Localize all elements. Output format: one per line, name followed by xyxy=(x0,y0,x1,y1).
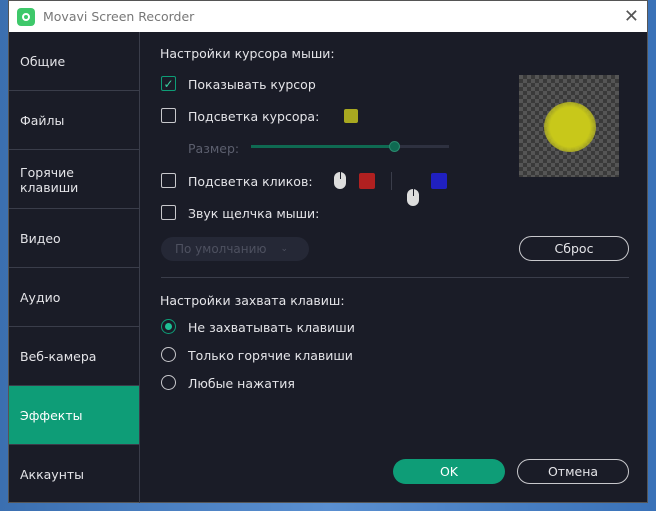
window-title: Movavi Screen Recorder xyxy=(43,9,195,24)
highlight-clicks-checkbox[interactable] xyxy=(161,173,176,188)
check-icon: ✓ xyxy=(163,76,174,91)
sidebar-item-video[interactable]: Видео xyxy=(9,209,139,268)
radio-any-keys-label: Любые нажатия xyxy=(188,376,295,391)
size-label: Размер: xyxy=(188,141,240,156)
size-slider-fill xyxy=(251,145,394,148)
close-icon[interactable]: ✕ xyxy=(624,6,639,27)
divider xyxy=(391,172,392,190)
highlight-cursor-label: Подсветка курсора: xyxy=(188,109,320,124)
sidebar-item-accounts[interactable]: Аккаунты xyxy=(9,445,139,504)
app-logo-icon xyxy=(17,7,35,26)
highlight-color-swatch[interactable] xyxy=(344,109,358,123)
click-sound-checkbox[interactable] xyxy=(161,205,176,220)
sidebar: Общие Файлы Горячие клавиши Видео Аудио … xyxy=(9,32,140,503)
chevron-down-icon: ⌄ xyxy=(280,244,289,254)
show-cursor-label: Показывать курсор xyxy=(188,77,316,92)
effects-panel: Настройки курсора мыши: ✓ Показывать кур… xyxy=(140,32,647,502)
sidebar-item-hotkeys[interactable]: Горячие клавиши xyxy=(9,150,89,209)
ok-button[interactable]: OK xyxy=(393,459,505,484)
show-cursor-checkbox[interactable]: ✓ xyxy=(161,76,176,91)
radio-any-keys[interactable] xyxy=(161,375,176,390)
radio-no-capture[interactable] xyxy=(161,319,176,334)
section-divider xyxy=(161,277,629,278)
right-click-mouse-icon xyxy=(407,189,419,206)
cursor-settings-heading: Настройки курсора мыши: xyxy=(160,46,335,61)
sidebar-item-files[interactable]: Файлы xyxy=(9,91,139,150)
highlight-cursor-checkbox[interactable] xyxy=(161,108,176,123)
settings-window: Movavi Screen Recorder ✕ Общие Файлы Гор… xyxy=(8,0,648,503)
click-sound-label: Звук щелчка мыши: xyxy=(188,206,320,221)
radio-hotkeys-only[interactable] xyxy=(161,347,176,362)
size-slider-handle[interactable] xyxy=(388,141,400,152)
sidebar-item-effects[interactable]: Эффекты xyxy=(9,386,139,445)
cancel-button[interactable]: Отмена xyxy=(517,459,629,484)
sidebar-item-general[interactable]: Общие xyxy=(9,32,139,91)
sidebar-item-audio[interactable]: Аудио xyxy=(9,268,139,327)
radio-no-capture-label: Не захватывать клавиши xyxy=(188,320,355,335)
radio-hotkeys-only-label: Только горячие клавиши xyxy=(188,348,353,363)
cursor-highlight-preview xyxy=(544,102,596,152)
click-sound-select[interactable]: По умолчанию ⌄ xyxy=(161,237,309,261)
left-click-color-swatch[interactable] xyxy=(359,173,375,189)
key-capture-heading: Настройки захвата клавиш: xyxy=(160,293,345,308)
reset-button[interactable]: Сброс xyxy=(519,236,629,261)
right-click-color-swatch[interactable] xyxy=(431,173,447,189)
left-click-mouse-icon xyxy=(334,172,346,189)
click-sound-select-value: По умолчанию xyxy=(175,242,267,256)
title-bar: Movavi Screen Recorder ✕ xyxy=(9,1,647,32)
cursor-preview xyxy=(519,75,619,177)
size-slider[interactable] xyxy=(251,141,449,152)
highlight-clicks-label: Подсветка кликов: xyxy=(188,174,313,189)
sidebar-item-webcam[interactable]: Веб-камера xyxy=(9,327,139,386)
